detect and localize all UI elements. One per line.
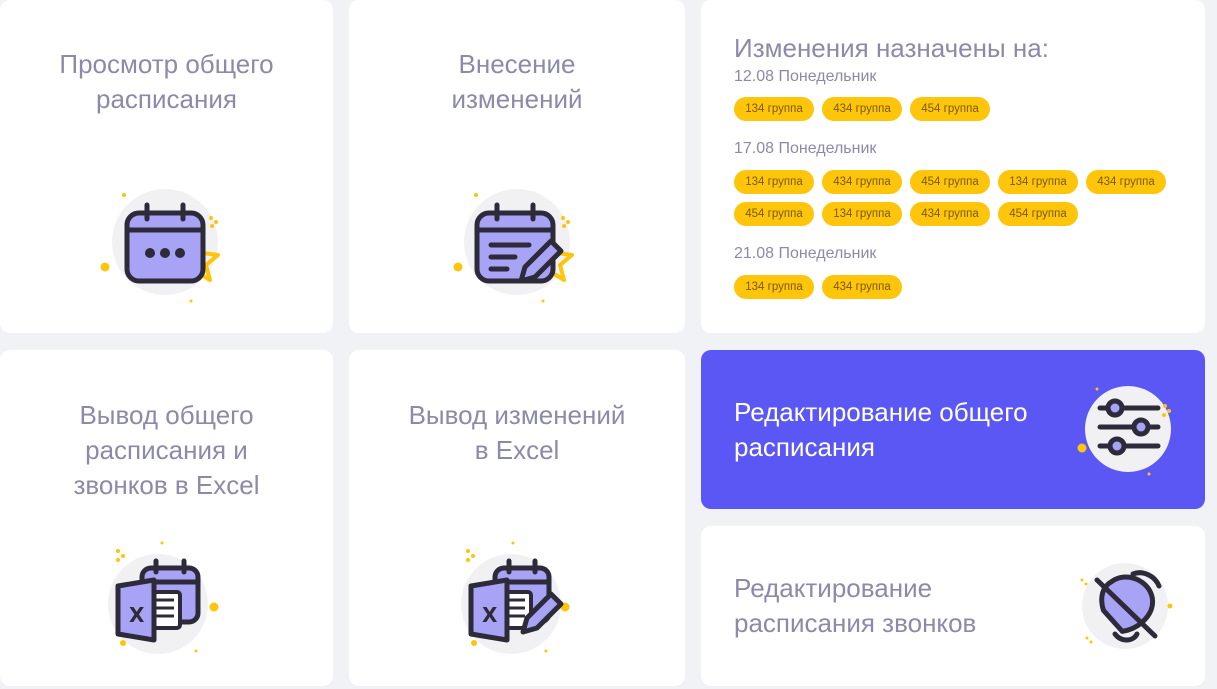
day-label: 12.08 Понедельник — [734, 68, 877, 85]
group-chip[interactable]: 434 группа — [822, 97, 902, 121]
day-groups: 134 группа 434 группа — [734, 275, 1194, 299]
view-schedule-card[interactable]: Просмотр общего расписания — [0, 0, 333, 333]
group-chip[interactable]: 454 группа — [734, 202, 814, 226]
day-groups: 134 группа 434 группа 454 группа — [734, 97, 1194, 121]
calendar-dots-icon — [97, 185, 227, 305]
group-chip[interactable]: 134 группа — [822, 202, 902, 226]
bell-off-icon — [1075, 560, 1175, 660]
edit-schedule-card[interactable]: Редактирование общего расписания — [701, 350, 1205, 509]
sliders-icon — [1075, 382, 1175, 482]
group-chip[interactable]: 134 группа — [734, 97, 814, 121]
group-chip[interactable]: 134 группа — [998, 170, 1078, 194]
group-chip[interactable]: 434 группа — [910, 202, 990, 226]
day-groups: 134 группа 434 группа 454 группа 134 гру… — [734, 170, 1194, 226]
svg-text:X: X — [129, 603, 145, 627]
export-changes-card[interactable]: Вывод изменений в Excel X — [349, 350, 685, 686]
edit-bells-card[interactable]: Редактирование расписания звонков — [701, 526, 1205, 686]
make-changes-title: Внесение изменений — [451, 49, 583, 114]
changes-title: Изменения назначены на: — [734, 33, 1049, 63]
export-schedule-title: Вывод общего расписания и звонков в Exce… — [73, 400, 260, 500]
group-chip[interactable]: 134 группа — [734, 275, 814, 299]
group-chip[interactable]: 454 группа — [910, 170, 990, 194]
export-schedule-card[interactable]: Вывод общего расписания и звонков в Exce… — [0, 350, 333, 686]
calendar-edit-icon — [451, 185, 581, 305]
svg-text:X: X — [482, 603, 498, 627]
group-chip[interactable]: 434 группа — [1086, 170, 1166, 194]
group-chip[interactable]: 454 группа — [998, 202, 1078, 226]
group-chip[interactable]: 134 группа — [734, 170, 814, 194]
group-chip[interactable]: 434 группа — [822, 170, 902, 194]
day-label: 21.08 Понедельник — [734, 245, 877, 262]
view-schedule-title: Просмотр общего расписания — [59, 49, 274, 114]
export-changes-title: Вывод изменений в Excel — [408, 400, 626, 465]
edit-schedule-title: Редактирование общего расписания — [734, 397, 1028, 462]
excel-calendar-edit-icon: X — [451, 538, 581, 658]
group-chip[interactable]: 454 группа — [910, 97, 990, 121]
make-changes-card[interactable]: Внесение изменений — [349, 0, 685, 333]
group-chip[interactable]: 434 группа — [822, 275, 902, 299]
changes-card: Изменения назначены на: 12.08 Понедельни… — [701, 0, 1205, 333]
day-label: 17.08 Понедельник — [734, 140, 877, 157]
excel-calendar-icon: X — [98, 538, 228, 658]
edit-bells-title: Редактирование расписания звонков — [734, 573, 977, 638]
